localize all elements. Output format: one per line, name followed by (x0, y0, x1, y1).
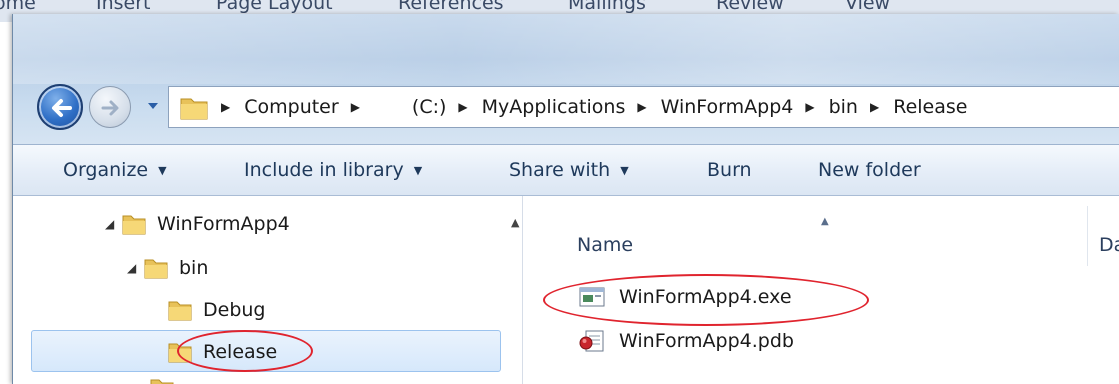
chevron-right-icon[interactable]: ▶ (805, 100, 814, 114)
tree-item-bin[interactable]: ◢ bin (127, 256, 208, 280)
chevron-down-icon: ▼ (158, 163, 167, 177)
explorer-window: ▶ Computer ▶ (C:) ▶ MyApplications ▶ Win… (12, 14, 1119, 384)
crumb-winformapp4[interactable]: WinFormApp4 (661, 96, 794, 118)
ribbon-tab-home: ome (0, 0, 36, 14)
chevron-right-icon[interactable]: ▶ (351, 100, 360, 114)
scroll-up-arrow-icon[interactable]: ▲ (511, 216, 519, 229)
folder-icon (150, 379, 174, 384)
new-folder-label: New folder (818, 159, 921, 181)
chevron-right-icon[interactable]: ▶ (870, 100, 879, 114)
expand-triangle-icon[interactable]: ◢ (127, 261, 143, 275)
column-divider[interactable] (1087, 206, 1088, 266)
sort-arrow-icon: ▲ (821, 216, 829, 227)
crumb-release[interactable]: Release (893, 96, 967, 118)
tree-label: WinFormApp4 (157, 213, 290, 235)
forward-arrow-icon (101, 100, 119, 116)
share-with-button[interactable]: Share with ▼ (509, 159, 629, 181)
burn-button[interactable]: Burn (707, 159, 752, 181)
navigation-pane: ◢ WinFormApp4 ◢ bin Debug Release ▲ (13, 196, 523, 384)
file-list-pane: ▲ Name Da WinFormApp4.exe WinFormApp4.pd (541, 196, 1119, 384)
chevron-right-icon[interactable]: ▶ (637, 100, 646, 114)
ribbon-tab-mailings: Mailings (568, 0, 646, 14)
address-bar[interactable]: ▶ Computer ▶ (C:) ▶ MyApplications ▶ Win… (168, 86, 1119, 128)
chevron-right-icon[interactable]: ▶ (221, 100, 230, 114)
ribbon-tab-view: View (845, 0, 891, 14)
breadcrumb: ▶ Computer ▶ (C:) ▶ MyApplications ▶ Win… (209, 95, 967, 119)
burn-label: Burn (707, 159, 752, 181)
back-arrow-icon (52, 99, 72, 117)
recent-pages-dropdown-icon[interactable] (146, 99, 160, 113)
forward-button[interactable] (89, 86, 131, 128)
chevron-down-icon: ▼ (620, 163, 629, 177)
crumb-myapplications[interactable]: MyApplications (482, 96, 626, 118)
new-folder-button[interactable]: New folder (818, 159, 921, 181)
release-highlight-ellipse (177, 330, 313, 372)
ribbon-tab-insert: Insert (96, 0, 151, 14)
tree-item-winformapp4[interactable]: ◢ WinFormApp4 (105, 212, 290, 236)
organize-button[interactable]: Organize ▼ (63, 159, 167, 181)
ribbon-tab-references: References (398, 0, 504, 14)
crumb-computer[interactable]: Computer (244, 96, 338, 118)
file-name: WinFormApp4.pdb (619, 330, 794, 352)
folder-icon (144, 259, 168, 279)
tree-label: bin (179, 257, 209, 279)
folder-icon (180, 98, 208, 120)
chevron-down-icon: ▼ (413, 163, 423, 177)
file-row-pdb[interactable]: WinFormApp4.pdb (579, 330, 794, 352)
share-with-label: Share with (509, 159, 611, 181)
exe-highlight-ellipse (543, 274, 869, 326)
organize-label: Organize (63, 159, 149, 181)
folder-icon (168, 301, 192, 321)
title-area: ▶ Computer ▶ (C:) ▶ MyApplications ▶ Win… (13, 14, 1119, 144)
expand-triangle-icon[interactable]: ◢ (105, 217, 121, 231)
column-header-name[interactable]: Name (577, 234, 633, 256)
include-in-library-label: Include in library (244, 159, 404, 181)
ribbon-tab-page-layout: Page Layout (216, 0, 333, 14)
tree-label: Debug (203, 299, 266, 321)
ribbon-tab-review: Review (716, 0, 784, 14)
chevron-right-icon[interactable]: ▶ (458, 100, 467, 114)
command-bar: Organize ▼ Include in library ▼ Share wi… (13, 144, 1119, 196)
pdb-icon (579, 330, 604, 352)
drive-icon (373, 95, 408, 119)
crumb-bin[interactable]: bin (829, 96, 858, 118)
folder-icon (122, 215, 146, 235)
include-in-library-button[interactable]: Include in library ▼ (244, 159, 422, 181)
column-header-date[interactable]: Da (1099, 234, 1119, 256)
tree-item-debug[interactable]: Debug (167, 298, 265, 322)
crumb-drive[interactable]: (C:) (412, 96, 447, 118)
back-button[interactable] (37, 84, 83, 130)
